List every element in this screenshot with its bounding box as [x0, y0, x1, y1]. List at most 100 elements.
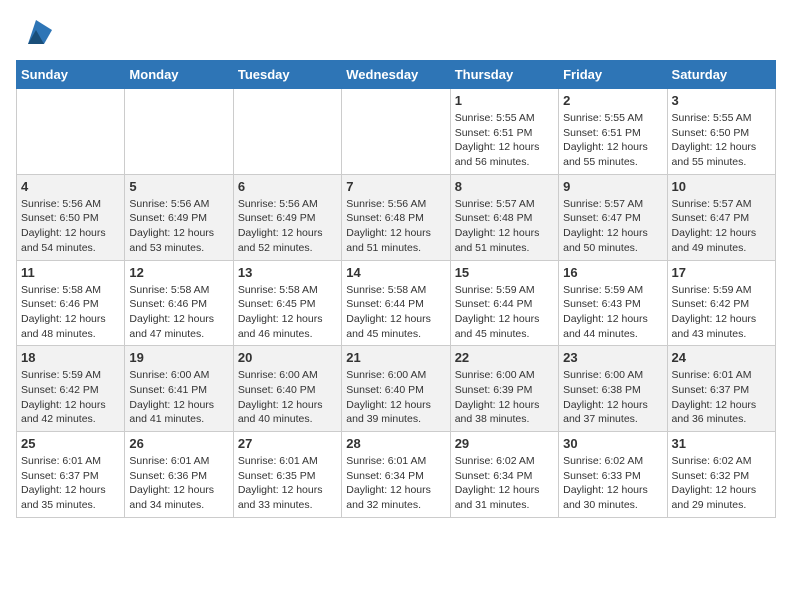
- day-number: 19: [129, 350, 228, 365]
- weekday-header-thursday: Thursday: [450, 61, 558, 89]
- day-number: 10: [672, 179, 771, 194]
- day-cell: 23 Sunrise: 6:00 AM Sunset: 6:38 PM Dayli…: [559, 346, 667, 432]
- day-cell: 21Sunrise: 6:00 AM Sunset: 6:40 PM Dayli…: [342, 346, 450, 432]
- day-number: 22: [455, 350, 554, 365]
- day-cell: 25 Sunrise: 6:01 AM Sunset: 6:37 PM Dayli…: [17, 432, 125, 518]
- week-row-3: 11 Sunrise: 5:58 AM Sunset: 6:46 PM Dayli…: [17, 260, 776, 346]
- weekday-header-sunday: Sunday: [17, 61, 125, 89]
- day-number: 1: [455, 93, 554, 108]
- day-number: 2: [563, 93, 662, 108]
- day-cell: [17, 89, 125, 175]
- day-detail: Sunrise: 5:58 AM Sunset: 6:46 PM Dayligh…: [129, 283, 228, 342]
- day-detail: Sunrise: 6:01 AM Sunset: 6:36 PM Dayligh…: [129, 454, 228, 513]
- day-detail: Sunrise: 6:00 AM Sunset: 6:40 PM Dayligh…: [238, 368, 337, 427]
- day-cell: 2 Sunrise: 5:55 AM Sunset: 6:51 PM Daylig…: [559, 89, 667, 175]
- day-cell: 19 Sunrise: 6:00 AM Sunset: 6:41 PM Dayli…: [125, 346, 233, 432]
- day-number: 3: [672, 93, 771, 108]
- day-detail: Sunrise: 6:00 AM Sunset: 6:38 PM Dayligh…: [563, 368, 662, 427]
- day-cell: 16 Sunrise: 5:59 AM Sunset: 6:43 PM Dayli…: [559, 260, 667, 346]
- logo-icon: [20, 16, 52, 48]
- day-cell: 31 Sunrise: 6:02 AM Sunset: 6:32 PM Dayli…: [667, 432, 775, 518]
- day-number: 28: [346, 436, 445, 451]
- day-cell: 7 Sunrise: 5:56 AM Sunset: 6:48 PM Daylig…: [342, 174, 450, 260]
- day-detail: Sunrise: 5:58 AM Sunset: 6:45 PM Dayligh…: [238, 283, 337, 342]
- day-number: 15: [455, 265, 554, 280]
- day-number: 23: [563, 350, 662, 365]
- day-cell: 5 Sunrise: 5:56 AM Sunset: 6:49 PM Daylig…: [125, 174, 233, 260]
- day-detail: Sunrise: 5:59 AM Sunset: 6:43 PM Dayligh…: [563, 283, 662, 342]
- day-number: 26: [129, 436, 228, 451]
- day-cell: 30Sunrise: 6:02 AM Sunset: 6:33 PM Dayli…: [559, 432, 667, 518]
- day-detail: Sunrise: 5:55 AM Sunset: 6:51 PM Dayligh…: [563, 111, 662, 170]
- day-detail: Sunrise: 5:56 AM Sunset: 6:48 PM Dayligh…: [346, 197, 445, 256]
- weekday-header-row: SundayMondayTuesdayWednesdayThursdayFrid…: [17, 61, 776, 89]
- day-detail: Sunrise: 5:56 AM Sunset: 6:49 PM Dayligh…: [238, 197, 337, 256]
- day-cell: 28 Sunrise: 6:01 AM Sunset: 6:34 PM Dayli…: [342, 432, 450, 518]
- day-number: 7: [346, 179, 445, 194]
- day-cell: 15 Sunrise: 5:59 AM Sunset: 6:44 PM Dayli…: [450, 260, 558, 346]
- day-number: 18: [21, 350, 120, 365]
- weekday-header-tuesday: Tuesday: [233, 61, 341, 89]
- logo: [16, 16, 52, 48]
- day-cell: 12 Sunrise: 5:58 AM Sunset: 6:46 PM Dayli…: [125, 260, 233, 346]
- day-detail: Sunrise: 5:58 AM Sunset: 6:44 PM Dayligh…: [346, 283, 445, 342]
- day-number: 30: [563, 436, 662, 451]
- day-number: 12: [129, 265, 228, 280]
- week-row-4: 18 Sunrise: 5:59 AM Sunset: 6:42 PM Dayli…: [17, 346, 776, 432]
- day-cell: 27Sunrise: 6:01 AM Sunset: 6:35 PM Dayli…: [233, 432, 341, 518]
- day-detail: Sunrise: 5:56 AM Sunset: 6:50 PM Dayligh…: [21, 197, 120, 256]
- day-detail: Sunrise: 5:59 AM Sunset: 6:44 PM Dayligh…: [455, 283, 554, 342]
- day-detail: Sunrise: 5:55 AM Sunset: 6:50 PM Dayligh…: [672, 111, 771, 170]
- day-detail: Sunrise: 5:55 AM Sunset: 6:51 PM Dayligh…: [455, 111, 554, 170]
- day-detail: Sunrise: 6:00 AM Sunset: 6:39 PM Dayligh…: [455, 368, 554, 427]
- day-detail: Sunrise: 6:01 AM Sunset: 6:37 PM Dayligh…: [21, 454, 120, 513]
- day-number: 4: [21, 179, 120, 194]
- weekday-header-saturday: Saturday: [667, 61, 775, 89]
- day-detail: Sunrise: 6:00 AM Sunset: 6:41 PM Dayligh…: [129, 368, 228, 427]
- day-cell: 20Sunrise: 6:00 AM Sunset: 6:40 PM Dayli…: [233, 346, 341, 432]
- day-number: 16: [563, 265, 662, 280]
- day-number: 6: [238, 179, 337, 194]
- day-cell: 8Sunrise: 5:57 AM Sunset: 6:48 PM Daylig…: [450, 174, 558, 260]
- day-cell: 3 Sunrise: 5:55 AM Sunset: 6:50 PM Daylig…: [667, 89, 775, 175]
- day-detail: Sunrise: 5:59 AM Sunset: 6:42 PM Dayligh…: [672, 283, 771, 342]
- day-number: 25: [21, 436, 120, 451]
- day-cell: 13 Sunrise: 5:58 AM Sunset: 6:45 PM Dayli…: [233, 260, 341, 346]
- day-number: 31: [672, 436, 771, 451]
- weekday-header-wednesday: Wednesday: [342, 61, 450, 89]
- day-detail: Sunrise: 6:02 AM Sunset: 6:34 PM Dayligh…: [455, 454, 554, 513]
- day-cell: [342, 89, 450, 175]
- day-detail: Sunrise: 6:02 AM Sunset: 6:32 PM Dayligh…: [672, 454, 771, 513]
- day-number: 14: [346, 265, 445, 280]
- day-cell: [233, 89, 341, 175]
- day-detail: Sunrise: 6:01 AM Sunset: 6:37 PM Dayligh…: [672, 368, 771, 427]
- day-cell: 24 Sunrise: 6:01 AM Sunset: 6:37 PM Dayli…: [667, 346, 775, 432]
- day-number: 5: [129, 179, 228, 194]
- day-number: 24: [672, 350, 771, 365]
- day-number: 11: [21, 265, 120, 280]
- week-row-5: 25 Sunrise: 6:01 AM Sunset: 6:37 PM Dayli…: [17, 432, 776, 518]
- calendar-table: SundayMondayTuesdayWednesdayThursdayFrid…: [16, 60, 776, 518]
- day-number: 17: [672, 265, 771, 280]
- day-detail: Sunrise: 5:57 AM Sunset: 6:47 PM Dayligh…: [672, 197, 771, 256]
- day-detail: Sunrise: 5:56 AM Sunset: 6:49 PM Dayligh…: [129, 197, 228, 256]
- page-header: [16, 16, 776, 48]
- day-cell: 4 Sunrise: 5:56 AM Sunset: 6:50 PM Daylig…: [17, 174, 125, 260]
- day-cell: 17 Sunrise: 5:59 AM Sunset: 6:42 PM Dayli…: [667, 260, 775, 346]
- week-row-2: 4 Sunrise: 5:56 AM Sunset: 6:50 PM Daylig…: [17, 174, 776, 260]
- day-cell: 18 Sunrise: 5:59 AM Sunset: 6:42 PM Dayli…: [17, 346, 125, 432]
- day-detail: Sunrise: 5:57 AM Sunset: 6:47 PM Dayligh…: [563, 197, 662, 256]
- day-detail: Sunrise: 5:59 AM Sunset: 6:42 PM Dayligh…: [21, 368, 120, 427]
- day-cell: 29 Sunrise: 6:02 AM Sunset: 6:34 PM Dayli…: [450, 432, 558, 518]
- week-row-1: 1 Sunrise: 5:55 AM Sunset: 6:51 PM Daylig…: [17, 89, 776, 175]
- weekday-header-monday: Monday: [125, 61, 233, 89]
- day-cell: 10 Sunrise: 5:57 AM Sunset: 6:47 PM Dayli…: [667, 174, 775, 260]
- day-cell: 22 Sunrise: 6:00 AM Sunset: 6:39 PM Dayli…: [450, 346, 558, 432]
- day-number: 29: [455, 436, 554, 451]
- day-detail: Sunrise: 6:01 AM Sunset: 6:34 PM Dayligh…: [346, 454, 445, 513]
- day-number: 8: [455, 179, 554, 194]
- day-number: 9: [563, 179, 662, 194]
- day-detail: Sunrise: 5:58 AM Sunset: 6:46 PM Dayligh…: [21, 283, 120, 342]
- day-cell: 9 Sunrise: 5:57 AM Sunset: 6:47 PM Daylig…: [559, 174, 667, 260]
- day-number: 13: [238, 265, 337, 280]
